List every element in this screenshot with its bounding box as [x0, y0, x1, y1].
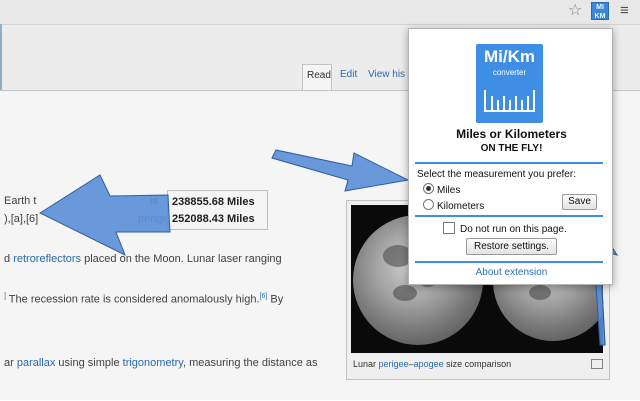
option-miles[interactable]: Miles	[423, 183, 460, 196]
arrow-to-options	[271, 149, 410, 192]
radio-miles[interactable]	[423, 183, 434, 194]
divider	[415, 162, 603, 164]
save-button[interactable]: Save	[562, 194, 597, 210]
option-kilometers[interactable]: Kilometers	[423, 199, 484, 212]
divider	[415, 261, 603, 263]
disable-on-page-toggle[interactable]: Do not run on this page.	[443, 222, 567, 235]
about-extension-link[interactable]: About extension	[409, 267, 614, 278]
arrow-left-large	[38, 174, 171, 257]
radio-kilometers[interactable]	[423, 199, 434, 210]
popup-title: Miles or Kilometers	[456, 127, 567, 141]
logo-title: Mi/Km	[484, 47, 535, 66]
divider	[415, 215, 603, 217]
extension-popup: Mi/Km converter Miles or Kilometers ON T…	[408, 28, 613, 285]
option-label: Miles	[437, 185, 461, 196]
disable-checkbox[interactable]	[443, 222, 455, 234]
popup-subtitle: ON THE FLY!	[480, 143, 543, 154]
option-label: Kilometers	[437, 201, 485, 212]
miles-km-logo: Mi/Km converter	[476, 44, 543, 123]
measurement-prompt: Select the measurement you prefer:	[417, 169, 576, 180]
logo-subtitle: converter	[492, 68, 527, 77]
ruler-icon	[484, 90, 535, 112]
disable-label: Do not run on this page.	[460, 224, 567, 235]
restore-settings-button[interactable]: Restore settings.	[466, 238, 557, 255]
